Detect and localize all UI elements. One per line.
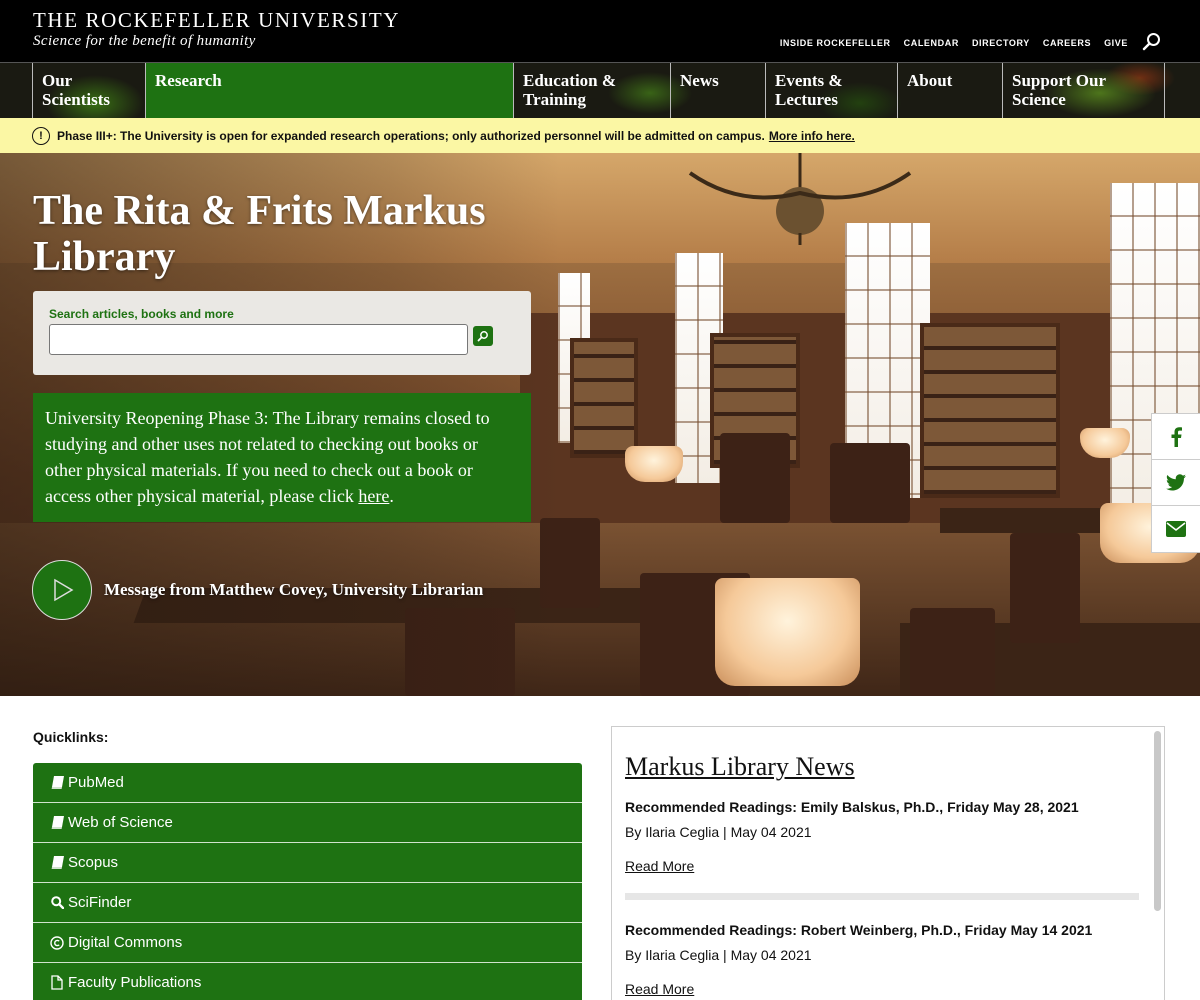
alert-more-info-link[interactable]: More info here. <box>769 129 855 143</box>
quicklinks-list: PubMed Web of Science Scopus SciFinder D… <box>33 763 582 1000</box>
library-search-panel: Search articles, books and more <box>33 291 531 375</box>
news-item: Recommended Readings: Robert Weinberg, P… <box>625 922 1139 999</box>
search-submit-button[interactable] <box>473 326 493 346</box>
main-nav: Our Scientists Research Education & Trai… <box>0 62 1200 118</box>
site-header: THE ROCKEFELLER UNIVERSITY Science for t… <box>0 0 1200 62</box>
reopening-end: . <box>389 486 394 506</box>
twitter-icon[interactable] <box>1152 460 1200 506</box>
envelope-icon[interactable] <box>1152 506 1200 552</box>
quicklink-faculty-publications[interactable]: Faculty Publications <box>33 963 582 1000</box>
utility-nav: INSIDE ROCKEFELLER CALENDAR DIRECTORY CA… <box>780 38 1128 48</box>
social-share-bar <box>1151 413 1200 553</box>
search-label: Search articles, books and more <box>49 307 234 321</box>
util-link-directory[interactable]: DIRECTORY <box>972 38 1030 48</box>
quicklink-label: Web of Science <box>68 814 173 831</box>
quicklink-scifinder[interactable]: SciFinder <box>33 883 582 923</box>
hero-lamp <box>1080 428 1130 458</box>
quicklink-label: SciFinder <box>68 894 132 911</box>
page-title: The Rita & Frits Markus Library <box>33 188 486 280</box>
hero-chair <box>910 608 995 696</box>
search-icon <box>50 895 64 911</box>
quicklink-label: Faculty Publications <box>68 974 202 991</box>
news-divider <box>625 893 1139 900</box>
util-link-give[interactable]: GIVE <box>1104 38 1128 48</box>
brand-name[interactable]: THE ROCKEFELLER UNIVERSITY <box>33 8 400 33</box>
news-panel: Markus Library News Recommended Readings… <box>611 726 1165 1000</box>
hero-chair <box>1010 533 1080 643</box>
book-icon <box>50 855 64 871</box>
nav-our-scientists[interactable]: Our Scientists <box>32 63 145 118</box>
alert-text: The University is open for expanded rese… <box>120 128 765 143</box>
quicklink-label: Digital Commons <box>68 934 183 951</box>
exclamation-icon: ! <box>32 126 50 145</box>
news-meta: By Ilaria Ceglia | May 04 2021 <box>625 824 812 840</box>
reopening-here-link[interactable]: here <box>358 486 389 506</box>
util-link-calendar[interactable]: CALENDAR <box>904 38 959 48</box>
util-link-careers[interactable]: CAREERS <box>1043 38 1091 48</box>
quicklink-scopus[interactable]: Scopus <box>33 843 582 883</box>
hero-chair <box>720 433 790 523</box>
play-video-button[interactable] <box>32 560 92 620</box>
copyright-icon <box>50 935 64 951</box>
hero-chandelier <box>688 153 912 245</box>
quicklink-label: PubMed <box>68 774 124 791</box>
brand-tagline: Science for the benefit of humanity <box>33 33 256 49</box>
hero-lamp <box>715 578 860 686</box>
facebook-icon[interactable] <box>1152 414 1200 460</box>
library-search-input[interactable] <box>49 324 468 355</box>
book-icon <box>50 775 64 791</box>
quicklink-label: Scopus <box>68 854 119 871</box>
news-scrollbar[interactable] <box>1154 731 1161 911</box>
reopening-notice: University Reopening Phase 3: The Librar… <box>33 393 531 522</box>
alert-prefix: Phase III+: <box>57 128 117 143</box>
quicklink-web-of-science[interactable]: Web of Science <box>33 803 582 843</box>
nav-education-training[interactable]: Education & Training <box>513 63 670 118</box>
reopening-text: University Reopening Phase 3: The Librar… <box>45 408 490 506</box>
quicklink-pubmed[interactable]: PubMed <box>33 763 582 803</box>
play-icon <box>54 578 74 602</box>
nav-about[interactable]: About <box>897 63 1002 118</box>
quicklink-digital-commons[interactable]: Digital Commons <box>33 923 582 963</box>
nav-research[interactable]: Research <box>145 63 513 118</box>
search-icon[interactable] <box>1142 32 1162 52</box>
file-icon <box>50 975 64 991</box>
read-more-link[interactable]: Read More <box>625 981 694 997</box>
nav-events-lectures[interactable]: Events & Lectures <box>765 63 897 118</box>
util-link-inside-rockefeller[interactable]: INSIDE ROCKEFELLER <box>780 38 891 48</box>
news-headline[interactable]: Recommended Readings: Robert Weinberg, P… <box>625 922 1139 938</box>
news-meta: By Ilaria Ceglia | May 04 2021 <box>625 947 812 963</box>
hero-bookshelf <box>920 323 1060 498</box>
news-item: Recommended Readings: Emily Balskus, Ph.… <box>625 799 1139 876</box>
book-icon <box>50 815 64 831</box>
news-headline[interactable]: Recommended Readings: Emily Balskus, Ph.… <box>625 799 1139 815</box>
hero-lamp <box>625 446 683 482</box>
video-label[interactable]: Message from Matthew Covey, University L… <box>104 580 483 600</box>
hero-bookshelf <box>570 338 638 458</box>
hero-chair <box>830 443 910 523</box>
quicklinks-heading: Quicklinks: <box>33 729 109 745</box>
search-icon <box>477 331 488 342</box>
news-title-link[interactable]: Markus Library News <box>625 752 855 782</box>
read-more-link[interactable]: Read More <box>625 858 694 874</box>
alert-bar: ! Phase III+: The University is open for… <box>0 118 1200 153</box>
nav-news[interactable]: News <box>670 63 765 118</box>
nav-support-our-science[interactable]: Support Our Science <box>1002 63 1165 118</box>
